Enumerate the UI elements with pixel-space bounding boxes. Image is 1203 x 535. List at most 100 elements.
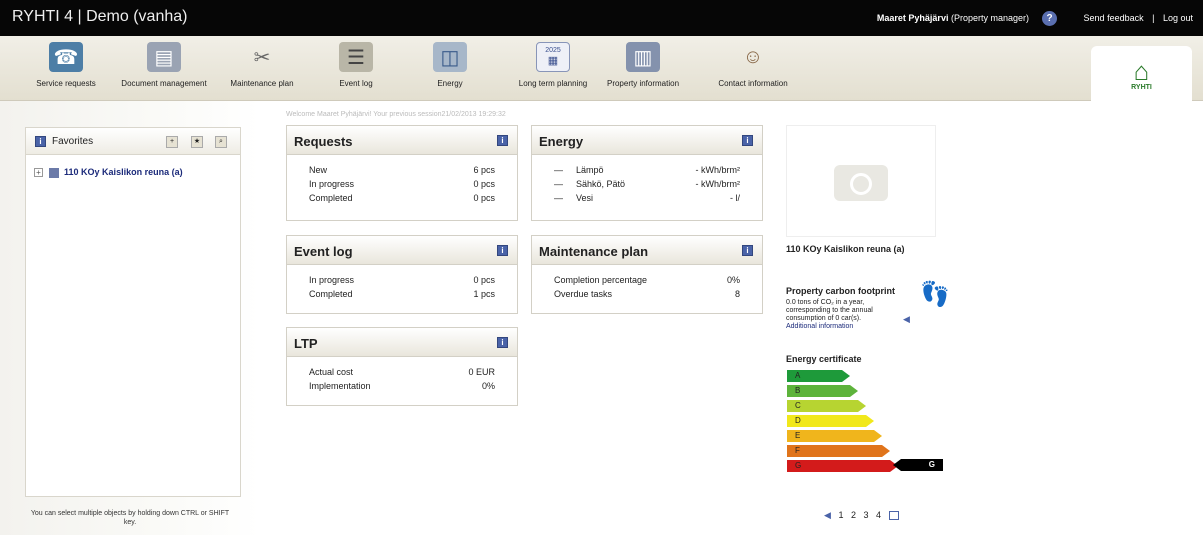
- card-header: LTP i: [287, 328, 517, 357]
- row-label: Completed: [309, 193, 353, 203]
- search-favorite-icon[interactable]: ⌕: [215, 136, 227, 148]
- card-title[interactable]: Energy: [539, 134, 583, 149]
- toolbar-document-management[interactable]: ▤ Document management: [118, 42, 210, 88]
- expand-icon[interactable]: +: [34, 168, 43, 178]
- row-label: Implementation: [309, 381, 371, 391]
- page-2[interactable]: 2: [851, 510, 856, 520]
- favorite-item-link[interactable]: 110 KOy Kaislikon reuna (a): [64, 167, 183, 177]
- toolbar-service-requests[interactable]: ☎ Service requests: [36, 42, 96, 88]
- card-row[interactable]: Implementation 0%: [309, 379, 495, 393]
- page-1[interactable]: 1: [838, 510, 843, 520]
- arrow-left-icon[interactable]: ◀: [903, 314, 910, 325]
- energy-class-label: D: [795, 416, 801, 425]
- page-4[interactable]: 4: [876, 510, 881, 520]
- row-label: New: [309, 165, 328, 175]
- energy-class-a: A: [787, 370, 850, 382]
- card-header: Maintenance plan i: [532, 236, 762, 265]
- gallery-icon[interactable]: [888, 511, 899, 521]
- toolbar-label: Energy: [437, 79, 463, 88]
- calendar-year: 2025: [545, 47, 561, 54]
- toolbar-property-information[interactable]: ▥ Property information: [597, 42, 689, 88]
- camera-icon: [834, 165, 888, 201]
- footprint-icon: 👣: [920, 281, 950, 308]
- card-title[interactable]: LTP: [294, 336, 318, 351]
- row-label: Sähkö, Pätö: [576, 179, 626, 189]
- top-links: Send feedback | Log out: [1084, 13, 1193, 23]
- row-label: Overdue tasks: [554, 289, 613, 299]
- selection-hint: You can select multiple objects by holdi…: [30, 510, 230, 526]
- prev-page-icon[interactable]: ◀: [824, 510, 831, 520]
- card-row[interactable]: In progress 0 pcs: [309, 177, 495, 191]
- energy-card: Energy i — Lämpö - kWh/brm² — Sähkö, Pätö - …: [531, 125, 763, 221]
- info-icon[interactable]: i: [497, 245, 508, 256]
- info-icon[interactable]: i: [497, 337, 508, 348]
- energy-class-label: B: [795, 386, 801, 395]
- energy-row[interactable]: — Sähkö, Pätö - kWh/brm²: [554, 177, 740, 191]
- toolbar-label: Service requests: [36, 79, 96, 88]
- log-out-link[interactable]: Log out: [1163, 13, 1193, 23]
- toolbar-long-term-planning[interactable]: 2025 ▦ Long term planning: [515, 42, 591, 88]
- add-favorite-icon[interactable]: +: [166, 136, 178, 148]
- card-row[interactable]: Completed 1 pcs: [309, 287, 495, 301]
- card-title[interactable]: Requests: [294, 134, 353, 149]
- energy-class-e: E: [787, 430, 882, 442]
- card-header: Requests i: [287, 126, 517, 155]
- row-value: 0%: [481, 381, 495, 391]
- property-name: 110 KOy Kaislikon reuna (a): [786, 244, 905, 254]
- row-value: 0 pcs: [473, 193, 495, 203]
- selected-energy-class-marker: G: [893, 459, 943, 471]
- toolbar-label: Event log: [339, 79, 373, 88]
- carbon-text-line: corresponding to the annual: [786, 307, 873, 314]
- toolbar-maintenance-plan[interactable]: ✂ Maintenance plan: [229, 42, 295, 89]
- row-label: In progress: [309, 179, 355, 189]
- card-title[interactable]: Event log: [294, 244, 353, 259]
- info-icon[interactable]: i: [35, 136, 46, 147]
- toolbar-contact-information[interactable]: ☺ Contact information: [717, 42, 789, 89]
- house-icon: ⌂: [1133, 56, 1150, 86]
- card-row[interactable]: In progress 0 pcs: [309, 273, 495, 287]
- energy-class-f: F: [787, 445, 890, 457]
- star-favorite-icon[interactable]: ★: [191, 136, 203, 148]
- favorite-item[interactable]: + 110 KOy Kaislikon reuna (a): [34, 167, 183, 178]
- welcome-message: Welcome Maaret Pyhäjärvi! Your previous …: [286, 111, 506, 118]
- card-row[interactable]: New 6 pcs: [309, 163, 495, 177]
- favorites-panel: i Favorites + ★ ⌕ + 110 KOy Kaislikon re…: [25, 127, 241, 497]
- carbon-footprint-title: Property carbon footprint: [786, 286, 896, 296]
- toolbar-energy[interactable]: ◫ Energy: [425, 42, 475, 88]
- row-value: 0 pcs: [473, 179, 495, 189]
- row-value: 1 pcs: [473, 289, 495, 299]
- energy-class-label: A: [795, 371, 801, 380]
- card-row[interactable]: Actual cost 0 EUR: [309, 365, 495, 379]
- send-feedback-link[interactable]: Send feedback: [1084, 13, 1144, 23]
- info-icon[interactable]: i: [742, 245, 753, 256]
- ryhti-logo: ⌂ RYHTI: [1091, 46, 1192, 102]
- page-3[interactable]: 3: [864, 510, 869, 520]
- card-row[interactable]: Completed 0 pcs: [309, 191, 495, 205]
- main-toolbar: ☎ Service requests ▤ Document management…: [0, 36, 1203, 102]
- dash-icon: —: [554, 193, 563, 203]
- pager: ◀ 1 2 3 4: [824, 510, 904, 521]
- card-title[interactable]: Maintenance plan: [539, 244, 648, 259]
- additional-information-link[interactable]: Additional information: [786, 323, 853, 330]
- row-value: 8: [734, 289, 740, 299]
- card-row[interactable]: Completion percentage 0%: [554, 273, 740, 287]
- energy-row[interactable]: — Vesi - l/: [554, 191, 740, 205]
- carbon-footprint-text: 0.0 tons of CO₂ in a year, corresponding…: [786, 299, 906, 331]
- requests-card: Requests i New 6 pcs In progress 0 pcs Com…: [286, 125, 518, 221]
- info-icon[interactable]: i: [497, 135, 508, 146]
- row-value: 0 EUR: [468, 367, 495, 377]
- question-icon[interactable]: ?: [1042, 11, 1057, 26]
- logo-text: RYHTI: [1131, 84, 1152, 91]
- property-photo-placeholder[interactable]: [786, 125, 936, 237]
- toolbar-event-log[interactable]: ☰ Event log: [326, 42, 386, 88]
- info-icon[interactable]: i: [742, 135, 753, 146]
- card-row[interactable]: Overdue tasks 8: [554, 287, 740, 301]
- top-bar: RYHTI 4 | Demo (vanha) Maaret Pyhäjärvi …: [0, 0, 1203, 36]
- row-label: Completed: [309, 289, 353, 299]
- energy-certificate-title: Energy certificate: [786, 354, 862, 364]
- row-label: Completion percentage: [554, 275, 648, 285]
- event-log-card: Event log i In progress 0 pcs Completed 1 …: [286, 235, 518, 314]
- toolbar-label: Contact information: [718, 79, 788, 88]
- toolbar-label: Document management: [121, 79, 207, 88]
- energy-row[interactable]: — Lämpö - kWh/brm²: [554, 163, 740, 177]
